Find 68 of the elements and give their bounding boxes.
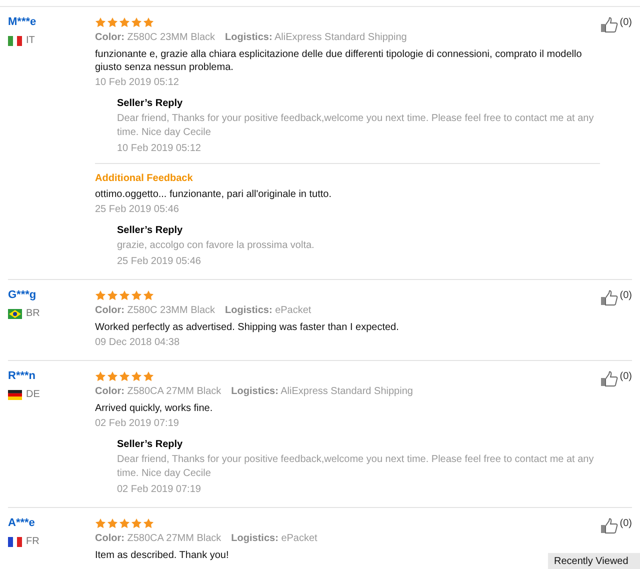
reply-title: Seller’s Reply	[117, 224, 183, 237]
logistics-info: Logistics: AliExpress Standard Shipping	[231, 385, 413, 399]
review-text: Arrived quickly, works fine.	[95, 402, 213, 415]
thumbs-up-icon	[600, 518, 618, 534]
star-icon	[131, 370, 142, 382]
review-date: 25 Feb 2019 05:46	[95, 203, 179, 217]
like-button[interactable]: (0)	[600, 518, 632, 534]
like-button[interactable]: (0)	[600, 290, 632, 306]
logistics-info: Logistics: AliExpress Standard Shipping	[225, 31, 407, 45]
thumbs-up-icon	[600, 17, 618, 33]
country-code: FR	[26, 536, 40, 547]
flag-icon	[8, 390, 22, 400]
star-icon	[119, 518, 130, 528]
star-icon	[143, 290, 154, 300]
logistics-info: Logistics: ePacket	[225, 304, 312, 318]
star-icon	[107, 16, 118, 28]
flag-icon	[8, 36, 22, 46]
star-icon	[95, 518, 106, 528]
reply-text: Dear friend, Thanks for your positive feedback,welcome you next time. Please feel free to contact me at any time. Nice day Cecile	[117, 112, 595, 140]
reply-text: grazie, accolgo con favore la prossima volta.	[117, 239, 316, 253]
star-icon	[119, 370, 130, 382]
logistics-info: Logistics: ePacket	[231, 532, 318, 546]
review-text: Worked perfectly as advertised. Shipping was faster than I expected.	[95, 321, 399, 334]
star-icon	[131, 16, 142, 28]
review-text: ottimo.oggetto... funzionante, pari all'originale in tutto.	[95, 188, 332, 201]
reviewer-name: A***e	[8, 516, 35, 530]
reply-date: 02 Feb 2019 07:19	[117, 483, 201, 497]
additional-feedback-title: Additional Feedback	[95, 172, 193, 185]
product-color: Color: Z580C 23MM Black	[95, 304, 216, 318]
star-icon	[119, 290, 130, 300]
star-icon	[107, 518, 118, 528]
reply-date: 10 Feb 2019 05:12	[117, 142, 201, 156]
reviewer-name: R***n	[8, 369, 36, 383]
country-code: IT	[26, 35, 35, 46]
reply-title: Seller’s Reply	[117, 97, 183, 110]
star-icon	[95, 16, 106, 28]
product-color: Color: Z580CA 27MM Black	[95, 532, 222, 546]
product-color: Color: Z580C 23MM Black	[95, 31, 216, 45]
star-icon	[143, 16, 154, 28]
star-icon	[95, 370, 106, 382]
review-text: Item as described. Thank you!	[95, 549, 229, 562]
recently-viewed-tab[interactable]: Recently Viewed	[548, 553, 640, 569]
reply-text: Dear friend, Thanks for your positive feedback,welcome you next time. Please feel free to contact me at any time. Nice day Cecile	[117, 453, 595, 481]
like-button[interactable]: (0)	[600, 17, 632, 33]
country-code: DE	[26, 389, 40, 400]
star-icon	[107, 370, 118, 382]
like-button[interactable]: (0)	[600, 371, 632, 387]
country-code: BR	[26, 308, 40, 319]
reviewer-name: M***e	[8, 15, 36, 29]
review-date: 09 Dec 2018 04:38	[95, 336, 180, 350]
star-icon	[131, 518, 142, 528]
reviewer-name: G***g	[8, 288, 36, 302]
review-text: funzionante e, grazie alla chiara esplicitazione delle due differenti tipologie di connessioni, comprato il modello giusto senza nessun problema.	[95, 48, 583, 74]
thumbs-up-icon	[600, 371, 618, 387]
thumbs-up-icon	[600, 290, 618, 306]
reply-date: 25 Feb 2019 05:46	[117, 255, 201, 269]
reply-title: Seller’s Reply	[117, 438, 183, 451]
star-icon	[131, 290, 142, 300]
star-icon	[119, 16, 130, 28]
star-icon	[143, 370, 154, 382]
star-icon	[143, 518, 154, 528]
product-color: Color: Z580CA 27MM Black	[95, 385, 222, 399]
review-date: 02 Feb 2019 07:19	[95, 417, 179, 431]
flag-icon	[8, 536, 22, 546]
star-icon	[107, 290, 118, 300]
star-icon	[95, 290, 106, 300]
review-date: 10 Feb 2019 05:12	[95, 76, 179, 90]
flag-icon	[8, 308, 22, 318]
